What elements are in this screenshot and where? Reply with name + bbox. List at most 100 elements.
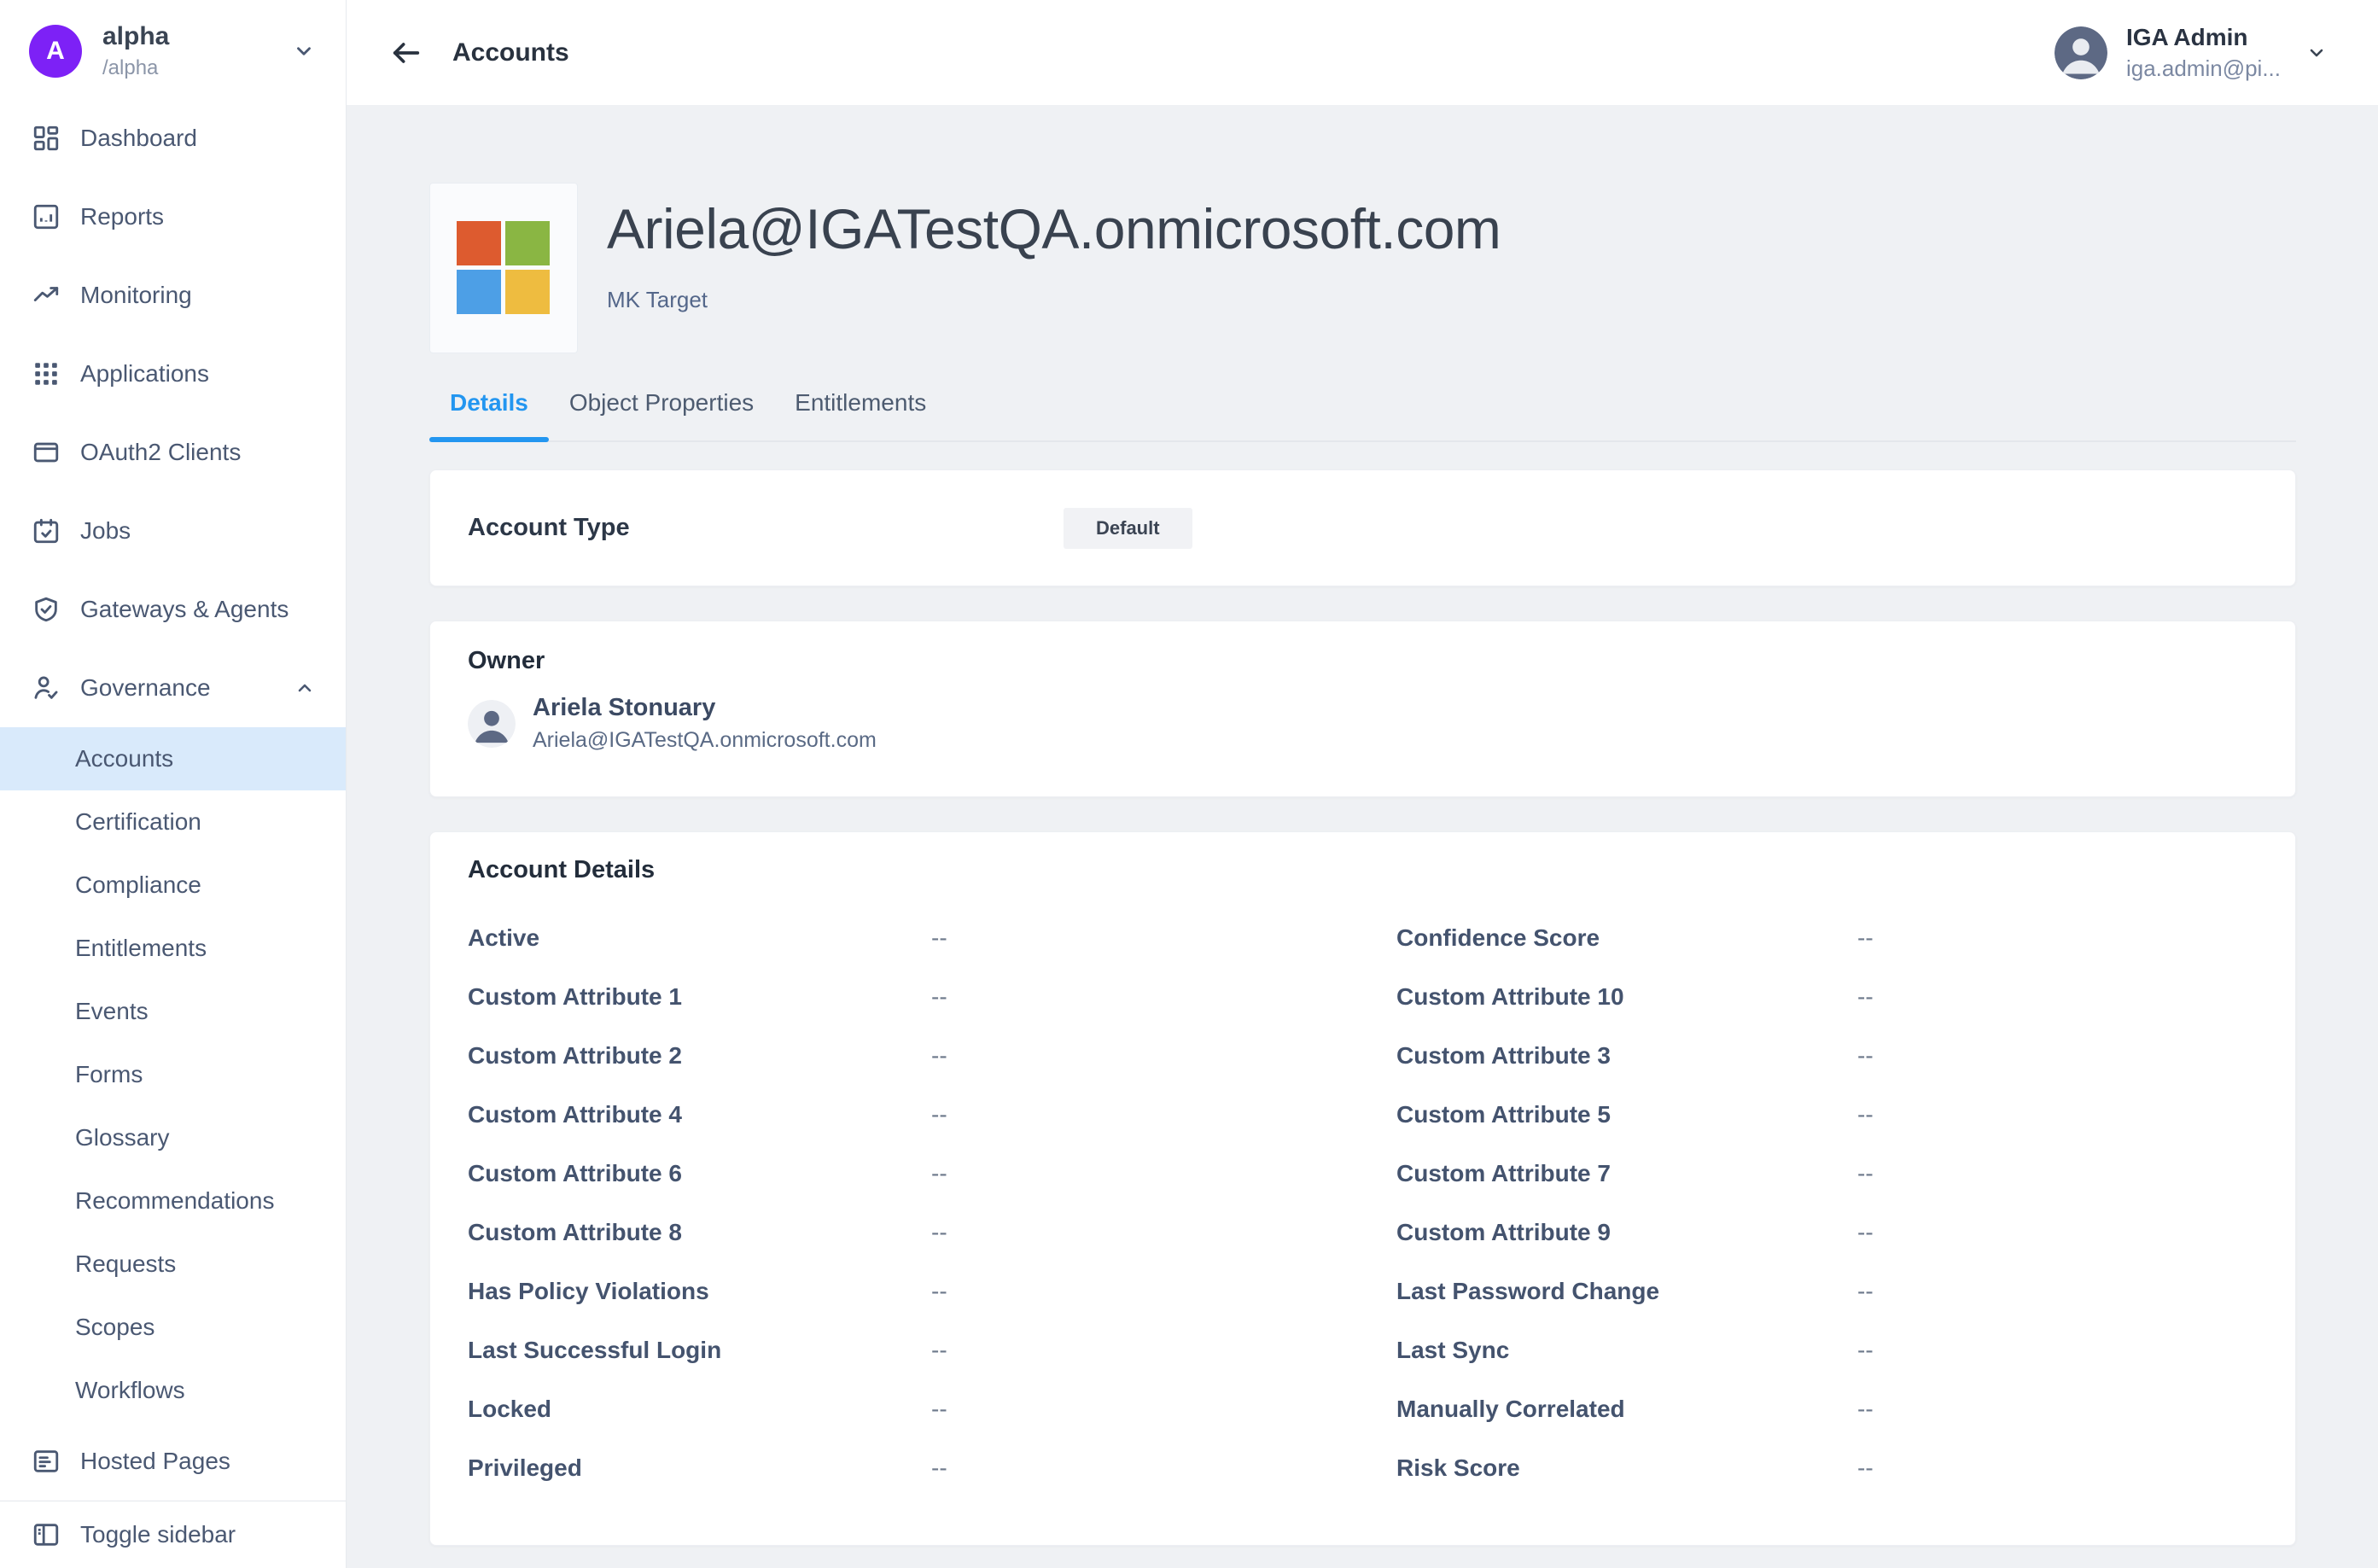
detail-value: -- bbox=[931, 1042, 1396, 1070]
detail-label: Last Sync bbox=[1396, 1337, 1857, 1364]
detail-label: Risk Score bbox=[1396, 1454, 1857, 1482]
sidebar-item-requests[interactable]: Requests bbox=[0, 1233, 346, 1296]
sidebar-item-reports[interactable]: Reports bbox=[0, 178, 346, 256]
detail-value: -- bbox=[931, 1454, 1396, 1482]
sidebar-subitem-label: Forms bbox=[75, 1061, 143, 1088]
tab-entitlements[interactable]: Entitlements bbox=[774, 389, 947, 440]
ms-logo-red-square bbox=[457, 221, 501, 265]
sidebar-subitem-label: Events bbox=[75, 998, 149, 1025]
main-area: Accounts IGA Admin iga.admin@pi... bbox=[347, 0, 2378, 1568]
sidebar-item-monitoring[interactable]: Monitoring bbox=[0, 256, 346, 335]
user-email: iga.admin@pi... bbox=[2126, 55, 2281, 82]
sidebar-item-applications[interactable]: Applications bbox=[0, 335, 346, 413]
sidebar-item-oauth2-clients[interactable]: OAuth2 Clients bbox=[0, 413, 346, 492]
tabs-bar: Details Object Properties Entitlements bbox=[429, 389, 2296, 442]
detail-label: Custom Attribute 6 bbox=[468, 1160, 931, 1187]
detail-label: Confidence Score bbox=[1396, 924, 1857, 952]
gateways-agents-icon bbox=[31, 594, 61, 625]
sidebar-item-entitlements[interactable]: Entitlements bbox=[0, 917, 346, 980]
detail-label: Last Password Change bbox=[1396, 1278, 1857, 1305]
detail-label: Has Policy Violations bbox=[468, 1278, 931, 1305]
sidebar-item-governance[interactable]: Governance bbox=[0, 649, 346, 727]
entity-header: Ariela@IGATestQA.onmicrosoft.com MK Targ… bbox=[429, 183, 2296, 353]
ms-logo-yellow-square bbox=[505, 270, 550, 314]
detail-value: -- bbox=[1857, 1219, 2295, 1246]
tab-object-properties[interactable]: Object Properties bbox=[549, 389, 774, 440]
detail-row: Custom Attribute 2 -- Custom Attribute 3… bbox=[430, 1026, 2295, 1085]
sidebar-subitem-label: Recommendations bbox=[75, 1187, 274, 1215]
owner-row[interactable]: Ariela Stonuary Ariela@IGATestQA.onmicro… bbox=[468, 694, 2258, 753]
sidebar-item-label: Jobs bbox=[80, 517, 315, 545]
detail-value: -- bbox=[931, 1396, 1396, 1423]
detail-value: -- bbox=[1857, 1337, 2295, 1364]
sidebar-item-events[interactable]: Events bbox=[0, 980, 346, 1043]
back-arrow-icon[interactable] bbox=[388, 34, 425, 72]
sidebar-item-label: OAuth2 Clients bbox=[80, 439, 315, 466]
owner-card: Owner Ariela Stonuary Ariela@IGATestQA.o… bbox=[429, 621, 2296, 797]
detail-value: -- bbox=[931, 1160, 1396, 1187]
detail-value: -- bbox=[931, 1337, 1396, 1364]
jobs-icon bbox=[31, 516, 61, 546]
detail-label: Last Successful Login bbox=[468, 1337, 931, 1364]
detail-value: -- bbox=[931, 983, 1396, 1011]
tab-details[interactable]: Details bbox=[429, 389, 549, 440]
reports-icon bbox=[31, 201, 61, 232]
workspace-names: alpha /alpha bbox=[102, 22, 293, 80]
detail-value: -- bbox=[931, 924, 1396, 952]
detail-label: Manually Correlated bbox=[1396, 1396, 1857, 1423]
sidebar-subitem-label: Scopes bbox=[75, 1314, 154, 1341]
sidebar-item-gateways-agents[interactable]: Gateways & Agents bbox=[0, 570, 346, 649]
user-menu[interactable]: IGA Admin iga.admin@pi... bbox=[2055, 24, 2327, 82]
sidebar-item-accounts[interactable]: Accounts bbox=[0, 727, 346, 790]
sidebar-item-certification[interactable]: Certification bbox=[0, 790, 346, 854]
sidebar-item-dashboard[interactable]: Dashboard bbox=[0, 99, 346, 178]
sidebar-item-scopes[interactable]: Scopes bbox=[0, 1296, 346, 1359]
oauth2-clients-icon bbox=[31, 437, 61, 468]
application-logo-box bbox=[429, 183, 578, 353]
sidebar-menu: Dashboard Reports Monitoring Application… bbox=[0, 92, 346, 1501]
chevron-down-icon bbox=[293, 40, 315, 62]
account-type-label: Account Type bbox=[430, 514, 630, 542]
sidebar-item-recommendations[interactable]: Recommendations bbox=[0, 1169, 346, 1233]
detail-value: -- bbox=[1857, 1454, 2295, 1482]
sidebar-item-jobs[interactable]: Jobs bbox=[0, 492, 346, 570]
sidebar-item-forms[interactable]: Forms bbox=[0, 1043, 346, 1106]
sidebar-item-workflows[interactable]: Workflows bbox=[0, 1359, 346, 1422]
workspace-name: alpha bbox=[102, 22, 293, 51]
chevron-up-icon bbox=[294, 678, 315, 698]
workspace-path: /alpha bbox=[102, 56, 293, 80]
sidebar-item-compliance[interactable]: Compliance bbox=[0, 854, 346, 917]
owner-email: Ariela@IGATestQA.onmicrosoft.com bbox=[533, 728, 877, 753]
content-area: Ariela@IGATestQA.onmicrosoft.com MK Targ… bbox=[347, 105, 2378, 1568]
sidebar-item-label: Applications bbox=[80, 360, 315, 388]
sidebar-subitem-label: Workflows bbox=[75, 1377, 185, 1404]
toggle-sidebar-label: Toggle sidebar bbox=[80, 1521, 236, 1548]
detail-row: Custom Attribute 4 -- Custom Attribute 5… bbox=[430, 1085, 2295, 1144]
detail-label: Custom Attribute 8 bbox=[468, 1219, 931, 1246]
sidebar-item-label: Governance bbox=[80, 674, 294, 702]
chevron-down-icon bbox=[2306, 43, 2327, 63]
sidebar-item-label: Hosted Pages bbox=[80, 1448, 315, 1475]
detail-row: Has Policy Violations -- Last Password C… bbox=[430, 1262, 2295, 1320]
sidebar-subitem-label: Requests bbox=[75, 1250, 176, 1278]
hosted-pages-icon bbox=[31, 1446, 61, 1477]
detail-value: -- bbox=[1857, 1278, 2295, 1305]
dashboard-icon bbox=[31, 123, 61, 154]
workspace-switcher[interactable]: A alpha /alpha bbox=[0, 0, 346, 92]
detail-label: Locked bbox=[468, 1396, 931, 1423]
detail-value: -- bbox=[1857, 1160, 2295, 1187]
sidebar-item-label: Gateways & Agents bbox=[80, 596, 315, 623]
detail-value: -- bbox=[931, 1219, 1396, 1246]
toggle-sidebar-button[interactable]: Toggle sidebar bbox=[0, 1501, 346, 1568]
detail-value: -- bbox=[1857, 983, 2295, 1011]
account-type-badge: Default bbox=[1064, 508, 1192, 549]
microsoft-logo-icon bbox=[457, 221, 551, 315]
detail-row: Custom Attribute 6 -- Custom Attribute 7… bbox=[430, 1144, 2295, 1203]
sidebar-item-hosted-pages[interactable]: Hosted Pages bbox=[0, 1422, 346, 1501]
user-avatar bbox=[2055, 26, 2107, 79]
sidebar-item-glossary[interactable]: Glossary bbox=[0, 1106, 346, 1169]
account-title: Ariela@IGATestQA.onmicrosoft.com bbox=[607, 196, 1501, 261]
workspace-avatar: A bbox=[29, 25, 82, 78]
detail-label: Active bbox=[468, 924, 931, 952]
sidebar-item-label: Dashboard bbox=[80, 125, 315, 152]
